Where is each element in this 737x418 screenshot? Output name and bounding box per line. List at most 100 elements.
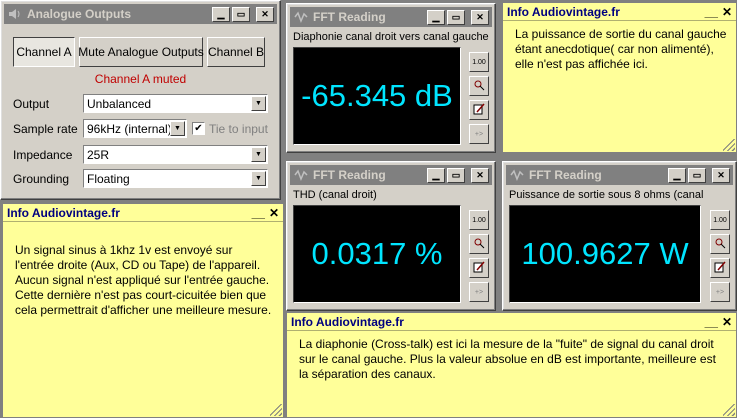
restore-icon: ▭ — [451, 169, 461, 180]
info-titlebar[interactable]: Info Audiovintage.fr __ ✕ — [287, 313, 736, 331]
probe-button[interactable] — [710, 234, 730, 254]
fft-titlebar[interactable]: FFT Reading ▁ ▭ ✕ — [506, 165, 733, 185]
minimize-icon[interactable]: __ — [705, 5, 718, 19]
mute-analogue-outputs-button[interactable]: Mute Analogue Outputs — [78, 37, 204, 67]
chevron-down-icon[interactable]: ▼ — [251, 96, 266, 111]
info-title: Info Audiovintage.fr — [291, 314, 404, 329]
analogue-outputs-titlebar[interactable]: Analogue Outputs ▁ ▭ ✕ — [4, 4, 277, 24]
chevron-down-icon[interactable]: ▼ — [251, 171, 266, 186]
expand-button[interactable]: +> — [469, 282, 489, 302]
tab-channel-b[interactable]: Channel B — [207, 37, 265, 67]
fft-titlebar[interactable]: FFT Reading ▁ ▭ ✕ — [290, 7, 492, 27]
restore-button[interactable]: ▭ — [447, 9, 465, 25]
minimize-icon[interactable]: __ — [705, 315, 718, 329]
close-icon: ✕ — [476, 169, 484, 180]
probe-icon — [714, 237, 726, 251]
info-panel-output-power-note: Info Audiovintage.fr __ ✕ La puissance de… — [502, 2, 737, 153]
analogue-outputs-window: Analogue Outputs ▁ ▭ ✕ Channel A Mute An… — [0, 0, 281, 200]
info-titlebar[interactable]: Info Audiovintage.fr __ ✕ — [503, 3, 736, 21]
minimize-button[interactable]: ▁ — [427, 167, 445, 183]
edit-button[interactable] — [469, 100, 489, 120]
scale-button[interactable]: 1.00 — [710, 210, 730, 230]
wave-icon — [293, 168, 309, 182]
grounding-label: Grounding — [13, 171, 70, 186]
resize-grip-icon[interactable] — [723, 139, 735, 151]
chevron-down-icon[interactable]: ▼ — [170, 121, 185, 136]
speaker-icon — [7, 7, 23, 21]
restore-button[interactable]: ▭ — [232, 6, 250, 22]
fft-side-toolbar: 1.00 +> — [710, 210, 730, 302]
edit-button[interactable] — [710, 258, 730, 278]
scale-button[interactable]: 1.00 — [469, 210, 489, 230]
restore-icon: ▭ — [692, 169, 702, 180]
minimize-button[interactable]: ▁ — [427, 9, 445, 25]
info-text: Un signal sinus à 1khz 1v est envoyé sur… — [15, 243, 272, 317]
output-row: Output Unbalanced ▼ — [13, 94, 268, 113]
tie-to-input-checkbox[interactable]: ✔ — [192, 122, 205, 135]
fft-titlebar[interactable]: FFT Reading ▁ ▭ ✕ — [290, 165, 492, 185]
impedance-row: Impedance 25R ▼ — [13, 145, 268, 164]
minimize-icon: ▁ — [432, 11, 440, 22]
impedance-select[interactable]: 25R ▼ — [83, 145, 268, 164]
minimize-icon: ▁ — [673, 169, 681, 180]
minimize-icon: ▁ — [432, 169, 440, 180]
restore-button[interactable]: ▭ — [688, 167, 706, 183]
minimize-button[interactable]: ▁ — [668, 167, 686, 183]
sample-rate-select[interactable]: 96kHz (internal) ▼ — [83, 119, 187, 138]
close-icon: ✕ — [261, 8, 269, 19]
close-icon[interactable]: ✕ — [722, 315, 732, 329]
tie-to-input-label: Tie to input — [209, 121, 268, 136]
close-icon: ✕ — [476, 11, 484, 22]
impedance-value: 25R — [87, 147, 110, 162]
restore-button[interactable]: ▭ — [447, 167, 465, 183]
fft-reading-window-thd: FFT Reading ▁ ▭ ✕ THD (canal droit) 0.03… — [286, 161, 496, 311]
edit-icon — [473, 261, 485, 275]
close-icon[interactable]: ✕ — [269, 206, 279, 220]
sample-rate-value: 96kHz (internal) — [87, 121, 170, 136]
fft-reading-window-crosstalk: FFT Reading ▁ ▭ ✕ Diaphonie canal droit … — [286, 3, 496, 153]
fft-title: FFT Reading — [313, 10, 386, 24]
close-button[interactable]: ✕ — [471, 9, 489, 25]
fft-measurement-label: THD (canal droit) — [293, 189, 377, 201]
edit-button[interactable] — [469, 258, 489, 278]
resize-grip-icon[interactable] — [723, 404, 735, 416]
checkmark-icon: ✔ — [194, 122, 203, 134]
scale-button[interactable]: 1.00 — [469, 52, 489, 72]
fft-measurement-label: Puissance de sortie sous 8 ohms (canal d… — [509, 189, 706, 201]
wave-icon — [509, 168, 525, 182]
wave-icon — [293, 10, 309, 24]
resize-grip-icon[interactable] — [270, 404, 282, 416]
chevron-down-icon[interactable]: ▼ — [251, 147, 266, 162]
fft-reading-window-output-power: FFT Reading ▁ ▭ ✕ Puissance de sortie so… — [502, 161, 737, 311]
close-button[interactable]: ✕ — [471, 167, 489, 183]
fft-side-toolbar: 1.00 +> — [469, 52, 489, 144]
output-select[interactable]: Unbalanced ▼ — [83, 94, 268, 113]
tab-channel-a[interactable]: Channel A — [13, 37, 75, 67]
close-icon[interactable]: ✕ — [722, 5, 732, 19]
expand-button[interactable]: +> — [469, 124, 489, 144]
info-panel-crosstalk: Info Audiovintage.fr __ ✕ La diaphonie (C… — [286, 312, 737, 418]
fft-title: FFT Reading — [313, 168, 386, 182]
close-button[interactable]: ✕ — [712, 167, 730, 183]
info-title: Info Audiovintage.fr — [7, 205, 120, 220]
impedance-label: Impedance — [13, 147, 73, 162]
info-text: La diaphonie (Cross-talk) est ici la mes… — [299, 337, 716, 381]
fft-measurement-label: Diaphonie canal droit vers canal gauche — [293, 31, 489, 43]
fft-side-toolbar: 1.00 +> — [469, 210, 489, 302]
close-button[interactable]: ✕ — [256, 6, 274, 22]
probe-icon — [473, 237, 485, 251]
grounding-select[interactable]: Floating ▼ — [83, 169, 268, 188]
restore-icon: ▭ — [451, 11, 461, 22]
minimize-icon[interactable]: __ — [252, 206, 265, 220]
probe-button[interactable] — [469, 234, 489, 254]
minimize-icon: ▁ — [217, 8, 225, 19]
probe-button[interactable] — [469, 76, 489, 96]
output-value: Unbalanced — [87, 96, 152, 111]
expand-button[interactable]: +> — [710, 282, 730, 302]
info-titlebar[interactable]: Info Audiovintage.fr __ ✕ — [3, 204, 283, 222]
minimize-button[interactable]: ▁ — [212, 6, 230, 22]
restore-icon: ▭ — [236, 8, 246, 19]
status-channel-muted: Channel A muted — [94, 72, 187, 86]
sample-rate-label: Sample rate — [13, 121, 78, 136]
sample-rate-row: Sample rate 96kHz (internal) ▼ ✔ Tie to … — [13, 119, 268, 138]
